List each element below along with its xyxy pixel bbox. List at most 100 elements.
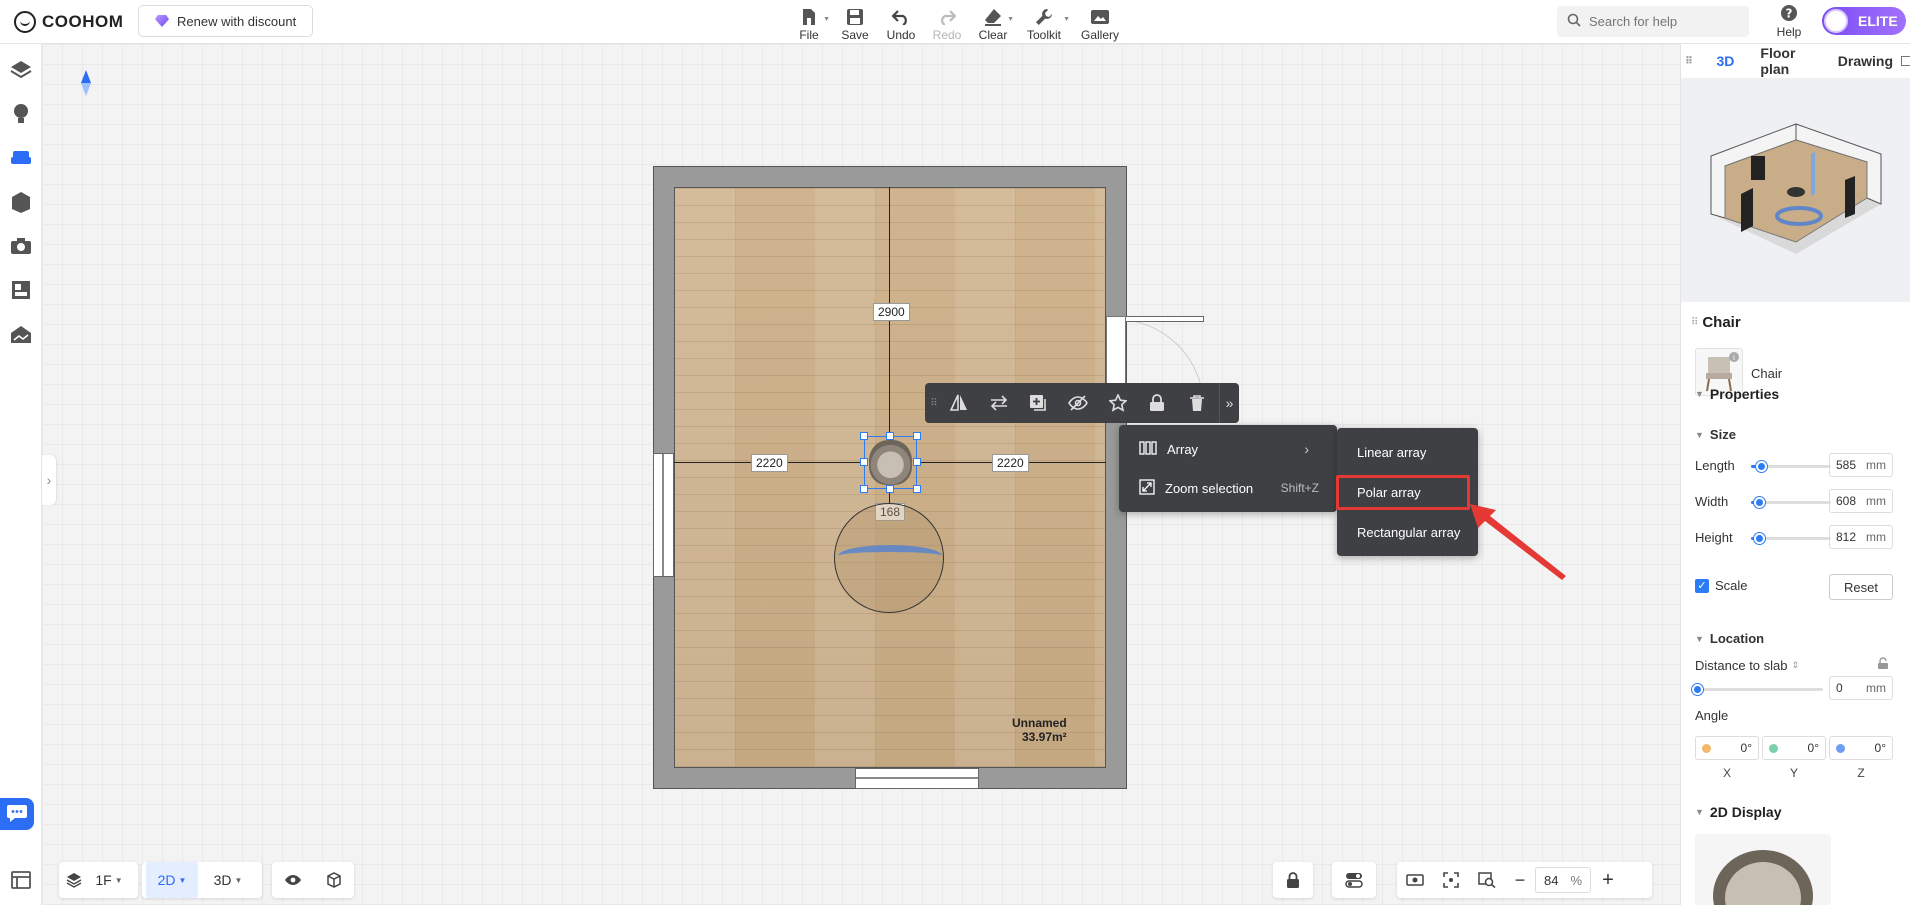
window-bottom[interactable] [855, 768, 979, 789]
logo[interactable]: COOHOM [14, 11, 123, 33]
size-section[interactable]: ▼ Size [1695, 427, 1736, 442]
resize-handle[interactable] [860, 458, 868, 466]
scale-checkbox[interactable]: ✓ Scale [1695, 578, 1748, 593]
length-label: Length [1695, 458, 1735, 473]
slider-knob[interactable] [1754, 533, 1765, 544]
view-settings-button[interactable] [1397, 862, 1433, 898]
angle-z-input[interactable]: 0° [1829, 736, 1893, 760]
door-leaf[interactable] [1116, 316, 1204, 322]
slider-knob[interactable] [1756, 461, 1767, 472]
mirror-button[interactable] [939, 383, 979, 423]
window-left[interactable] [653, 453, 674, 577]
width-slider[interactable] [1751, 497, 1831, 508]
avatar[interactable] [1824, 9, 1848, 33]
fit-view-button[interactable] [1433, 862, 1469, 898]
render-camera-icon[interactable] [9, 234, 33, 258]
room-label[interactable]: Unnamed 33.97m² [1012, 716, 1067, 744]
layout-icon[interactable] [9, 278, 33, 302]
dimension-label-left[interactable]: 2220 [751, 454, 788, 472]
width-input[interactable]: 608 mm [1829, 489, 1893, 513]
mode-2d-button[interactable]: 2D ▼ [146, 862, 198, 898]
resize-handle[interactable] [913, 485, 921, 493]
gallery-button[interactable]: Gallery [1072, 2, 1128, 42]
lock-canvas-button[interactable] [1273, 862, 1313, 898]
help-button[interactable]: ? Help [1766, 4, 1812, 40]
custom-cabinet-icon[interactable] [9, 190, 33, 214]
mode-3d-button[interactable]: 3D ▼ [202, 862, 254, 898]
hide-button[interactable] [1058, 383, 1098, 423]
location-section[interactable]: ▼ Location [1695, 631, 1764, 646]
rectangular-array-item[interactable]: Rectangular array [1337, 515, 1478, 549]
zoom-input[interactable]: 84% [1535, 867, 1591, 893]
toolkit-button[interactable]: Toolkit ▼ [1016, 2, 1072, 42]
redo-button[interactable]: Redo [924, 2, 970, 42]
undo-button[interactable]: Undo [878, 2, 924, 42]
2d-display-section[interactable]: ▼ 2D Display [1695, 804, 1782, 820]
length-input[interactable]: 585 mm [1829, 453, 1893, 477]
floor-selector[interactable]: 1F ▼ [59, 862, 138, 898]
drag-handle-icon[interactable]: ⠿ [1685, 56, 1699, 67]
length-slider[interactable] [1751, 461, 1831, 472]
menu-list-icon[interactable] [9, 868, 33, 892]
search-input[interactable] [1589, 14, 1739, 29]
distance-input[interactable]: 0 mm [1829, 676, 1893, 700]
more-icon[interactable]: » [1219, 383, 1239, 423]
zoom-area-button[interactable] [1469, 862, 1505, 898]
properties-section[interactable]: ▼ Properties [1695, 386, 1779, 402]
unlock-icon[interactable] [1877, 657, 1889, 673]
height-input[interactable]: 812 mm [1829, 525, 1893, 549]
rotate-handle-icon[interactable] [838, 545, 942, 567]
zoom-selection-menu-item[interactable]: Zoom selection Shift+Z [1119, 469, 1337, 507]
renew-button[interactable]: Renew with discount [138, 5, 314, 37]
slider-knob[interactable] [1692, 684, 1703, 695]
display-mode-button[interactable] [313, 862, 354, 898]
angle-x-input[interactable]: 0° [1695, 736, 1759, 760]
favorite-button[interactable] [1098, 383, 1138, 423]
search-box[interactable] [1557, 6, 1749, 37]
distance-slider[interactable] [1692, 684, 1823, 695]
elite-badge[interactable]: ELITE [1822, 7, 1906, 35]
drag-handle-icon[interactable]: ⠿ [929, 398, 939, 409]
resize-handle[interactable] [860, 485, 868, 493]
resize-handle[interactable] [886, 485, 894, 493]
lighting-icon[interactable] [9, 102, 33, 126]
resize-handle[interactable] [913, 458, 921, 466]
duplicate-button[interactable] [1018, 383, 1058, 423]
chat-button[interactable] [0, 798, 34, 830]
height-slider[interactable] [1751, 533, 1831, 544]
tab-3d[interactable]: 3D [1717, 53, 1735, 69]
exterior-icon[interactable] [9, 322, 33, 346]
array-menu-item[interactable]: Array › [1119, 430, 1337, 468]
distance-to-slab-label[interactable]: Distance to slab ⇕ [1695, 658, 1799, 673]
3d-preview[interactable] [1681, 78, 1910, 302]
save-button[interactable]: Save [832, 2, 878, 42]
selection-box[interactable] [860, 432, 921, 493]
floorplan-build-icon[interactable] [9, 58, 33, 82]
swap-button[interactable] [979, 383, 1019, 423]
angle-y-input[interactable]: 0° [1762, 736, 1826, 760]
tab-floor-plan[interactable]: Floor plan [1760, 45, 1825, 77]
resize-handle[interactable] [886, 432, 894, 440]
visibility-button[interactable] [272, 862, 313, 898]
dimension-label-top[interactable]: 2900 [873, 303, 910, 321]
slider-knob[interactable] [1754, 497, 1765, 508]
door-opening[interactable] [1106, 316, 1126, 392]
2d-display-preview[interactable] [1695, 834, 1831, 905]
resize-handle[interactable] [860, 432, 868, 440]
popout-icon[interactable] [1901, 53, 1910, 69]
furniture-icon[interactable] [9, 146, 33, 170]
file-button[interactable]: File ▼ [786, 2, 832, 42]
zoom-in-button[interactable]: + [1591, 862, 1625, 898]
reset-button[interactable]: Reset [1829, 574, 1893, 600]
delete-button[interactable] [1177, 383, 1217, 423]
drag-handle-icon[interactable]: ⠿ [1691, 317, 1698, 328]
dimension-label-right[interactable]: 2220 [992, 454, 1029, 472]
zoom-out-button[interactable]: − [1505, 862, 1535, 898]
settings-toggle-button[interactable] [1332, 862, 1376, 898]
clear-button[interactable]: Clear ▼ [970, 2, 1016, 42]
lock-button[interactable] [1138, 383, 1178, 423]
tab-drawing[interactable]: Drawing [1838, 53, 1893, 69]
resize-handle[interactable] [913, 432, 921, 440]
sidebar-expand-button[interactable]: › [42, 455, 56, 505]
linear-array-item[interactable]: Linear array [1337, 435, 1478, 469]
